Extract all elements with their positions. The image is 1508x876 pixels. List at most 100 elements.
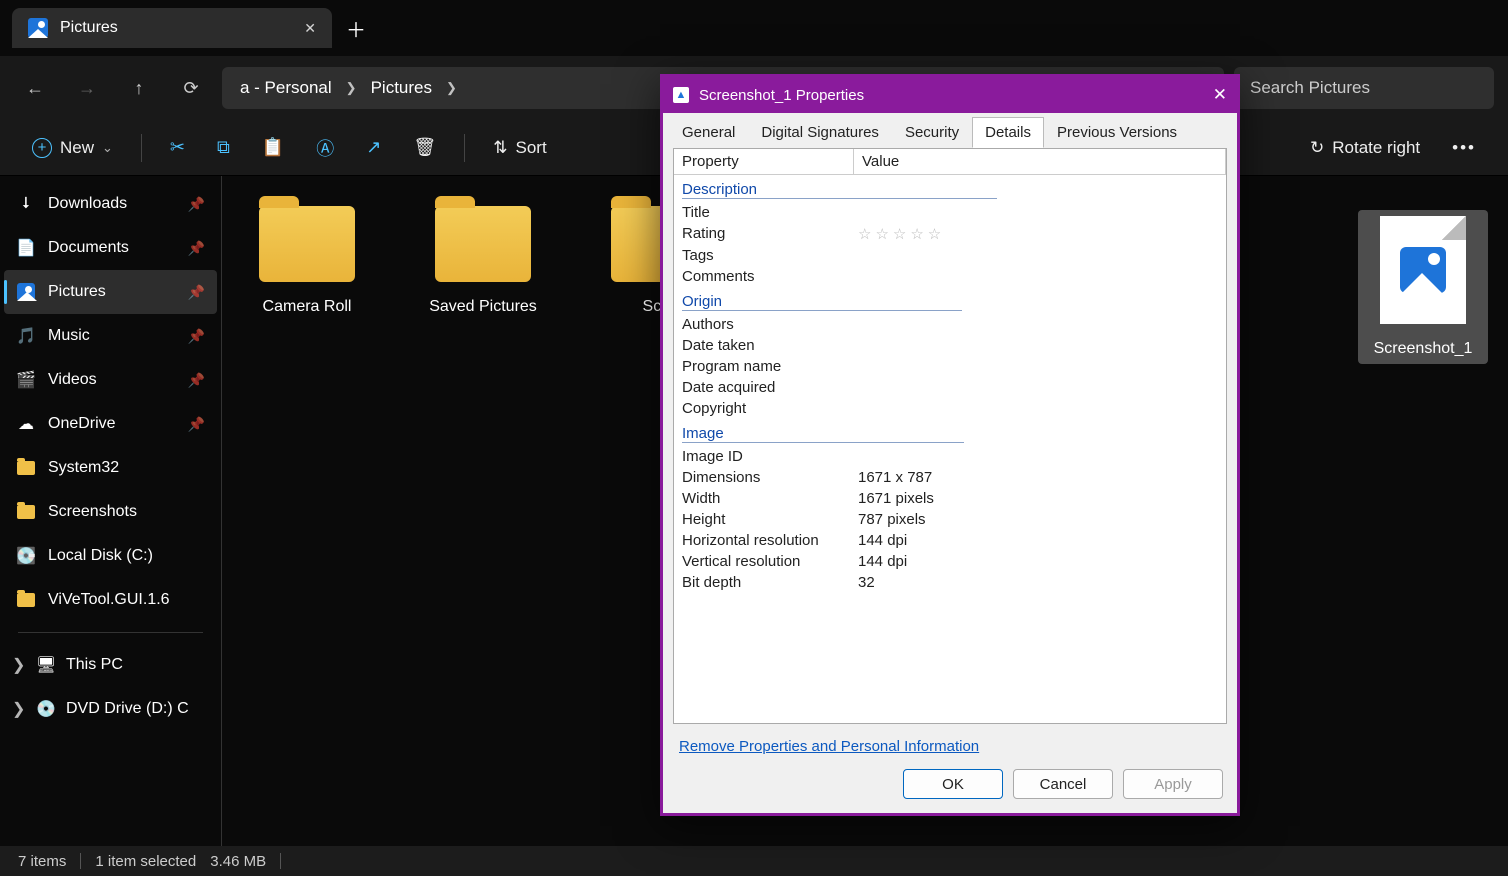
file-item[interactable]: Screenshot_1: [1358, 210, 1488, 364]
sidebar-item-screenshots[interactable]: Screenshots: [4, 490, 217, 534]
video-icon: 🎬: [16, 370, 36, 390]
search-input[interactable]: Search Pictures: [1234, 67, 1494, 109]
property-row[interactable]: Width1671 pixels: [674, 488, 1226, 509]
property-row[interactable]: Program name: [674, 356, 1226, 377]
back-button[interactable]: ←: [14, 67, 56, 109]
pin-icon[interactable]: 📌: [188, 328, 205, 345]
property-value: [858, 204, 1218, 221]
window-tab[interactable]: Pictures ✕: [12, 8, 332, 48]
status-bar: 7 items 1 item selected 3.46 MB: [0, 846, 1508, 876]
sort-button[interactable]: ⇅ Sort: [481, 130, 558, 166]
property-row[interactable]: Bit depth32: [674, 572, 1226, 593]
property-row[interactable]: Copyright: [674, 398, 1226, 419]
folder-item[interactable]: Saved Pictures: [418, 200, 548, 322]
share-button[interactable]: ↗: [354, 129, 393, 166]
pin-icon[interactable]: 📌: [188, 284, 205, 301]
pin-icon[interactable]: 📌: [188, 416, 205, 433]
more-button[interactable]: •••: [1440, 130, 1488, 166]
tree-item-dvd-drive-d-c[interactable]: ❯💿DVD Drive (D:) C: [4, 687, 217, 731]
copy-button[interactable]: ⧉: [205, 129, 242, 166]
tab-previous-versions[interactable]: Previous Versions: [1044, 117, 1190, 148]
sidebar-item-label: Documents: [48, 239, 129, 257]
property-row[interactable]: Dimensions1671 x 787: [674, 467, 1226, 488]
property-row[interactable]: Date acquired: [674, 377, 1226, 398]
chevron-right-icon[interactable]: ❯: [12, 699, 26, 719]
breadcrumb-seg[interactable]: a - Personal: [240, 78, 332, 98]
pin-icon[interactable]: 📌: [188, 372, 205, 389]
property-row[interactable]: Date taken: [674, 335, 1226, 356]
folder-label: Camera Roll: [263, 298, 352, 316]
property-value: [858, 247, 1218, 264]
new-button[interactable]: +New⌄: [20, 130, 125, 166]
property-row[interactable]: Rating☆☆☆☆☆: [674, 223, 1226, 245]
property-key: Copyright: [682, 400, 858, 417]
property-value: [858, 379, 1218, 396]
folder-icon: [16, 458, 36, 478]
sidebar-item-pictures[interactable]: Pictures 📌: [4, 270, 217, 314]
details-content[interactable]: DescriptionTitleRating☆☆☆☆☆TagsCommentsO…: [674, 175, 1226, 723]
sidebar-item-videos[interactable]: 🎬 Videos 📌: [4, 358, 217, 402]
folder-icon: [259, 206, 355, 282]
sidebar-item-local-disk-c-[interactable]: 💽Local Disk (C:): [4, 534, 217, 578]
sidebar-item-vivetool-gui-1-6[interactable]: ViVeTool.GUI.1.6: [4, 578, 217, 622]
file-label: Screenshot_1: [1374, 340, 1473, 358]
refresh-button[interactable]: ⟳: [170, 67, 212, 109]
property-row[interactable]: Vertical resolution144 dpi: [674, 551, 1226, 572]
sidebar-item-onedrive[interactable]: ☁OneDrive📌: [4, 402, 217, 446]
up-button[interactable]: ↑: [118, 67, 160, 109]
group-description: Description: [674, 177, 1226, 202]
sidebar-item-documents[interactable]: 📄 Documents 📌: [4, 226, 217, 270]
cut-button[interactable]: ✂: [158, 129, 197, 166]
download-icon: ⭣: [16, 194, 36, 214]
tab-digital-signatures[interactable]: Digital Signatures: [748, 117, 892, 148]
delete-button[interactable]: 🗑: [401, 129, 448, 166]
sidebar-item-label: Pictures: [48, 283, 106, 301]
tab-details[interactable]: Details: [972, 117, 1044, 148]
sidebar-item-music[interactable]: 🎵Music📌: [4, 314, 217, 358]
tab-security[interactable]: Security: [892, 117, 972, 148]
rename-button[interactable]: Ⓐ: [304, 127, 346, 169]
tab-general[interactable]: General: [669, 117, 748, 148]
chevron-right-icon: ❯: [446, 80, 457, 96]
property-value: [858, 358, 1218, 375]
properties-dialog: ▲ Screenshot_1 Properties ✕ GeneralDigit…: [660, 74, 1240, 816]
close-tab-icon[interactable]: ✕: [304, 20, 316, 37]
status-selected: 1 item selected: [95, 853, 196, 870]
ok-button[interactable]: OK: [903, 769, 1003, 799]
status-size: 3.46 MB: [210, 853, 266, 870]
remove-properties-link[interactable]: Remove Properties and Personal Informati…: [663, 732, 1237, 761]
chevron-right-icon[interactable]: ❯: [12, 655, 26, 675]
property-row[interactable]: Tags: [674, 245, 1226, 266]
sidebar-item-downloads[interactable]: ⭣Downloads📌: [4, 182, 217, 226]
property-row[interactable]: Height787 pixels: [674, 509, 1226, 530]
dialog-titlebar[interactable]: ▲ Screenshot_1 Properties ✕: [663, 77, 1237, 113]
folder-item[interactable]: Camera Roll: [242, 200, 372, 322]
sidebar-item-label: Local Disk (C:): [48, 547, 153, 565]
dialog-tabs: GeneralDigital SignaturesSecurityDetails…: [663, 113, 1237, 148]
rotate-right-button[interactable]: ↻ Rotate right: [1298, 130, 1432, 166]
property-key: Authors: [682, 316, 858, 333]
property-row[interactable]: Comments: [674, 266, 1226, 287]
property-key: Horizontal resolution: [682, 532, 858, 549]
paste-button[interactable]: 📋: [250, 129, 296, 166]
cancel-button[interactable]: Cancel: [1013, 769, 1113, 799]
cloud-icon: ☁: [16, 414, 36, 434]
sidebar-item-system32[interactable]: System32: [4, 446, 217, 490]
breadcrumb-seg[interactable]: Pictures: [371, 78, 432, 98]
new-tab-button[interactable]: ＋: [336, 8, 376, 48]
property-row[interactable]: Title: [674, 202, 1226, 223]
doc-icon: 📄: [16, 238, 36, 258]
property-row[interactable]: Horizontal resolution144 dpi: [674, 530, 1226, 551]
close-icon[interactable]: ✕: [1213, 85, 1227, 105]
forward-button[interactable]: →: [66, 67, 108, 109]
property-value: 144 dpi: [858, 532, 1218, 549]
apply-button[interactable]: Apply: [1123, 769, 1223, 799]
sidebar-item-label: Videos: [48, 371, 97, 389]
tree-item-this-pc[interactable]: ❯🖥This PC: [4, 643, 217, 687]
pin-icon[interactable]: 📌: [188, 196, 205, 213]
property-row[interactable]: Authors: [674, 314, 1226, 335]
property-key: Tags: [682, 247, 858, 264]
pin-icon[interactable]: 📌: [188, 240, 205, 257]
property-row[interactable]: Image ID: [674, 446, 1226, 467]
sidebar-item-label: System32: [48, 459, 119, 477]
